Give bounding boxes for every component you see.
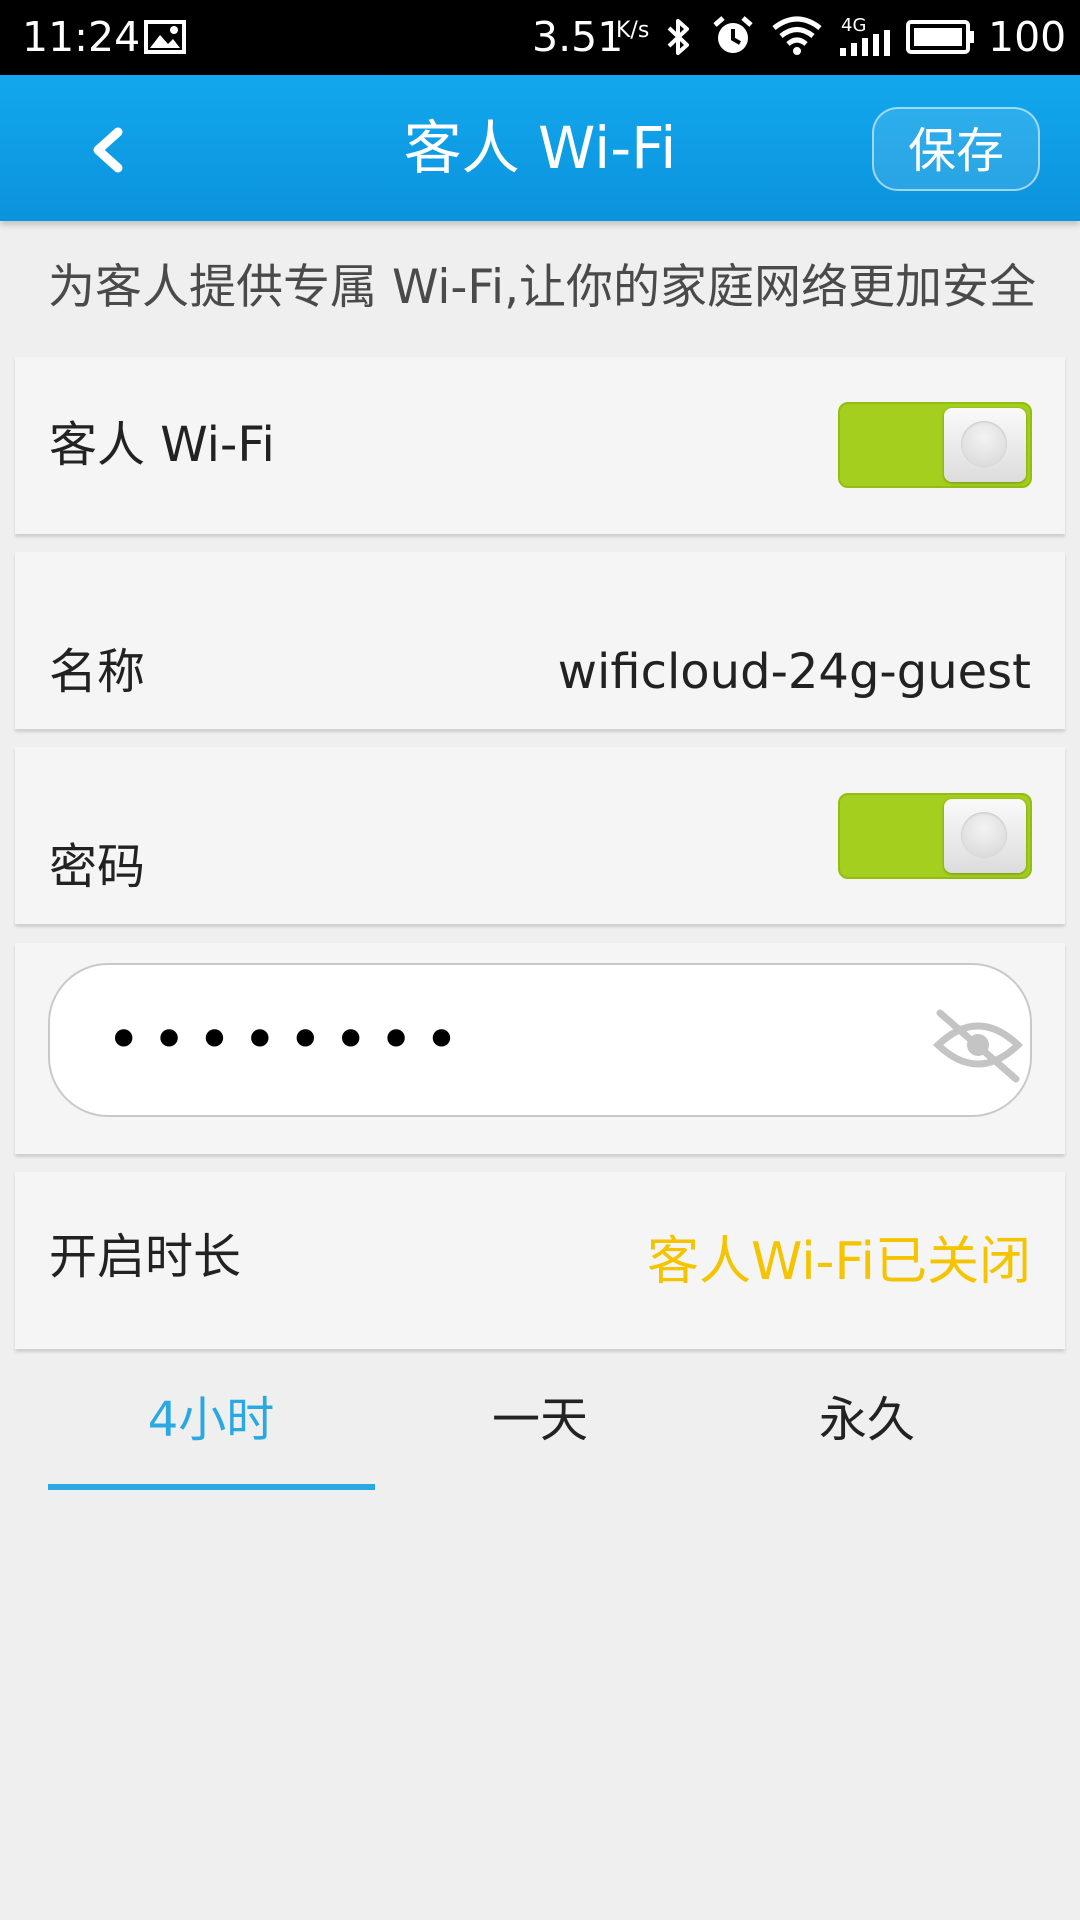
page-description: 为客人提供专属 Wi-Fi,让你的家庭网络更加安全 — [48, 260, 1037, 315]
duration-label: 开启时长 — [49, 1229, 242, 1285]
app-header: 客人 Wi-Fi 保存 — [0, 75, 1080, 221]
toggle-visibility-button[interactable] — [932, 1005, 1024, 1085]
toggle-knob — [944, 799, 1026, 873]
alarm-icon — [713, 16, 753, 53]
battery-level: 100 — [988, 13, 1067, 61]
status-bar: 11:24 3.51 K/s 4G 100 — [0, 0, 1080, 75]
password-input-card: •••••••• — [15, 943, 1065, 1154]
bluetooth-icon — [667, 19, 689, 55]
tab-one-day[interactable]: 一天 — [375, 1375, 705, 1485]
active-tab-indicator — [48, 1484, 375, 1490]
toggle-knob — [944, 408, 1026, 482]
guest-wifi-label: 客人 Wi-Fi — [49, 417, 275, 473]
battery-icon — [906, 20, 974, 54]
password-input[interactable]: •••••••• — [48, 963, 1032, 1117]
wifi-icon — [772, 16, 822, 55]
wifi-name-label: 名称 — [49, 644, 146, 700]
password-toggle[interactable] — [838, 793, 1032, 879]
duration-card: 开启时长 客人Wi-Fi已关闭 — [15, 1172, 1065, 1349]
image-icon — [144, 20, 186, 54]
password-label: 密码 — [49, 839, 146, 895]
wifi-name-card[interactable]: 名称 wificloud-24g-guest — [15, 552, 1065, 729]
network-speed: 3.51 — [532, 13, 624, 61]
guest-wifi-toggle[interactable] — [838, 402, 1032, 488]
eye-off-icon — [932, 1009, 1024, 1083]
password-value: •••••••• — [106, 1005, 470, 1075]
save-button[interactable]: 保存 — [872, 107, 1040, 191]
duration-tabs: 4小时 一天 永久 — [0, 1375, 1080, 1495]
guest-wifi-card: 客人 Wi-Fi — [15, 357, 1065, 534]
duration-status: 客人Wi-Fi已关闭 — [646, 1232, 1031, 1292]
password-card: 密码 — [15, 747, 1065, 924]
tab-forever[interactable]: 永久 — [702, 1375, 1032, 1485]
signal-icon — [840, 30, 890, 56]
status-time: 11:24 — [22, 13, 141, 61]
tab-4-hours[interactable]: 4小时 — [46, 1375, 376, 1485]
wifi-name-value: wificloud-24g-guest — [557, 644, 1031, 700]
network-speed-unit: K/s — [616, 18, 650, 43]
